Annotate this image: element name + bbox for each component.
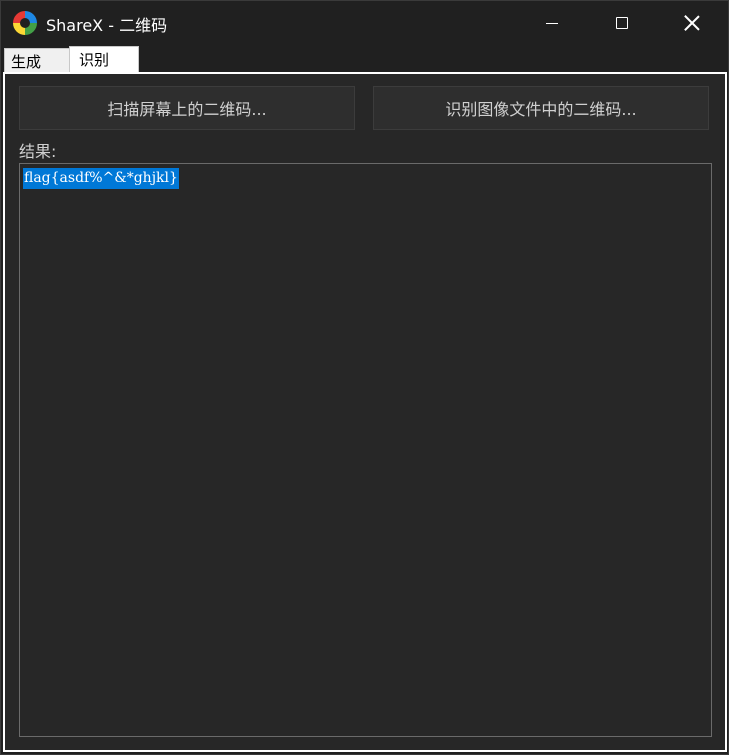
sharex-logo-icon [13, 11, 37, 35]
window-title: ShareX - 二维码 [46, 16, 168, 35]
tab-recognize[interactable]: 识别 [69, 46, 139, 72]
sharex-qr-window: ShareX - 二维码 生成 识别 扫描屏幕上的二维码... 识别图像文件中的… [0, 0, 729, 755]
tab-strip: 生成 识别 [1, 45, 728, 72]
result-textbox[interactable]: flag{asdf%^&*ghjkl} [19, 163, 712, 737]
maximize-icon [616, 17, 628, 29]
recognize-tab-page: 扫描屏幕上的二维码... 识别图像文件中的二维码... 结果: flag{asd… [3, 72, 727, 752]
result-selected-text[interactable]: flag{asdf%^&*ghjkl} [23, 168, 179, 189]
close-button[interactable] [657, 1, 727, 45]
tab-generate[interactable]: 生成 [4, 48, 70, 72]
close-icon [684, 15, 700, 31]
scan-image-file-qr-button[interactable]: 识别图像文件中的二维码... [373, 86, 709, 130]
minimize-button[interactable] [517, 1, 587, 45]
title-bar[interactable]: ShareX - 二维码 [1, 1, 728, 45]
scan-screen-qr-button[interactable]: 扫描屏幕上的二维码... [19, 86, 355, 130]
result-label: 结果: [19, 142, 57, 161]
maximize-button[interactable] [587, 1, 657, 45]
minimize-icon [546, 22, 558, 24]
